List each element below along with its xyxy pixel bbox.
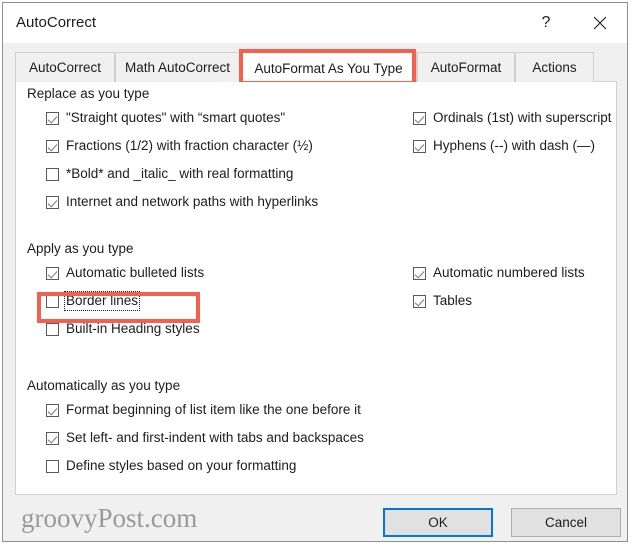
checkmark-icon[interactable] [46,111,59,125]
checkmark-icon[interactable] [46,403,59,417]
checkbox-label: *Bold* and _italic_ with real formatting [66,166,294,181]
tab-content-panel: Replace as you type "Straight quotes" wit… [15,82,617,495]
tab-autoformat[interactable]: AutoFormat [417,52,515,82]
group-header: Apply as you type [16,240,618,258]
group-title: Replace as you type [27,85,157,102]
tab-strip: AutoCorrect Math AutoCorrect AutoFormat As… [15,52,617,83]
checkmark-icon[interactable] [413,294,426,308]
close-icon[interactable] [577,3,623,43]
checkbox-label: Border lines [63,291,141,311]
checkbox-fractions-1-2-with-fraction-character[interactable]: Fractions (1/2) with fraction character … [46,138,313,154]
checkbox-internet-and-network-paths-with-hyperlin[interactable]: Internet and network paths with hyperlin… [46,194,318,210]
checkbox-label: Built-in Heading styles [66,321,200,336]
watermark-text: groovyPost.com [21,503,198,533]
group-header: Replace as you type [16,85,618,103]
tab-math-autocorrect[interactable]: Math AutoCorrect [115,52,240,82]
checkbox-label: Internet and network paths with hyperlin… [66,194,319,209]
window-title: AutoCorrect [16,14,97,31]
tab-autocorrect[interactable]: AutoCorrect [15,52,115,82]
checkbox-bold-and-italic-with-real-formatting[interactable]: *Bold* and _italic_ with real formatting [46,166,293,182]
checkbox-hyphens-with-dash[interactable]: Hyphens (--) with dash (—) [413,138,595,154]
help-icon[interactable]: ? [523,3,569,43]
tab-actions[interactable]: Actions [515,52,594,82]
checkmark-icon[interactable] [46,195,59,209]
title-bar: AutoCorrect ? [3,3,627,43]
checkbox-define-styles-based-on-your-formatting[interactable]: Define styles based on your formatting [46,458,296,474]
checkbox-label: Set left- and first-indent with tabs and… [66,430,364,445]
checkbox-label: "Straight quotes" with “smart quotes" [66,110,286,125]
checkmark-icon[interactable] [413,111,426,125]
checkmark-icon[interactable] [46,266,59,280]
tab-autoformat-as-you-type[interactable]: AutoFormat As You Type [240,52,417,83]
group-title: Automatically as you type [27,377,188,394]
group-title: Apply as you type [27,240,141,257]
checkbox-empty-icon[interactable] [46,322,59,336]
checkbox-empty-icon[interactable] [46,294,59,308]
checkbox-label: Automatic bulleted lists [66,265,205,280]
checkbox-label: Tables [433,293,473,308]
checkbox-label: Fractions (1/2) with fraction character … [66,138,313,153]
checkbox-label: Automatic numbered lists [433,265,585,280]
checkmark-icon[interactable] [413,139,426,153]
checkbox-empty-icon[interactable] [46,167,59,181]
checkbox-format-beginning-of-list-item-like-the-o[interactable]: Format beginning of list item like the o… [46,402,361,418]
checkbox-straight-quotes-with-smart-quotes[interactable]: "Straight quotes" with “smart quotes" [46,110,285,126]
ok-button[interactable]: OK [383,508,493,537]
checkbox-label: Ordinals (1st) with superscript [433,110,612,125]
checkbox-ordinals-1st-with-superscript[interactable]: Ordinals (1st) with superscript [413,110,612,126]
checkbox-empty-icon[interactable] [46,459,59,473]
close-glyph [593,16,607,30]
checkmark-icon[interactable] [413,266,426,280]
checkmark-icon[interactable] [46,139,59,153]
checkbox-label: Hyphens (--) with dash (—) [433,138,596,153]
checkbox-border-lines[interactable]: Border lines [46,291,141,311]
checkbox-tables[interactable]: Tables [413,293,472,309]
group-apply-as-you-type: Apply as you type [16,240,618,258]
group-header: Automatically as you type [16,377,618,395]
group-replace-as-you-type: Replace as you type [16,85,618,103]
checkmark-icon[interactable] [46,431,59,445]
checkbox-built-in-heading-styles[interactable]: Built-in Heading styles [46,321,200,337]
checkbox-set-left-and-first-indent-with-tabs-and-[interactable]: Set left- and first-indent with tabs and… [46,430,364,446]
cancel-button[interactable]: Cancel [511,508,621,537]
help-glyph: ? [541,14,551,31]
checkbox-label: Format beginning of list item like the o… [66,402,361,417]
checkbox-automatic-numbered-lists[interactable]: Automatic numbered lists [413,265,585,281]
checkbox-automatic-bulleted-lists[interactable]: Automatic bulleted lists [46,265,204,281]
checkbox-label: Define styles based on your formatting [66,458,297,473]
autocorrect-dialog: AutoCorrect ? AutoCorrect Math AutoCorrec… [2,2,628,542]
group-automatically-as-you-type: Automatically as you type [16,377,618,395]
